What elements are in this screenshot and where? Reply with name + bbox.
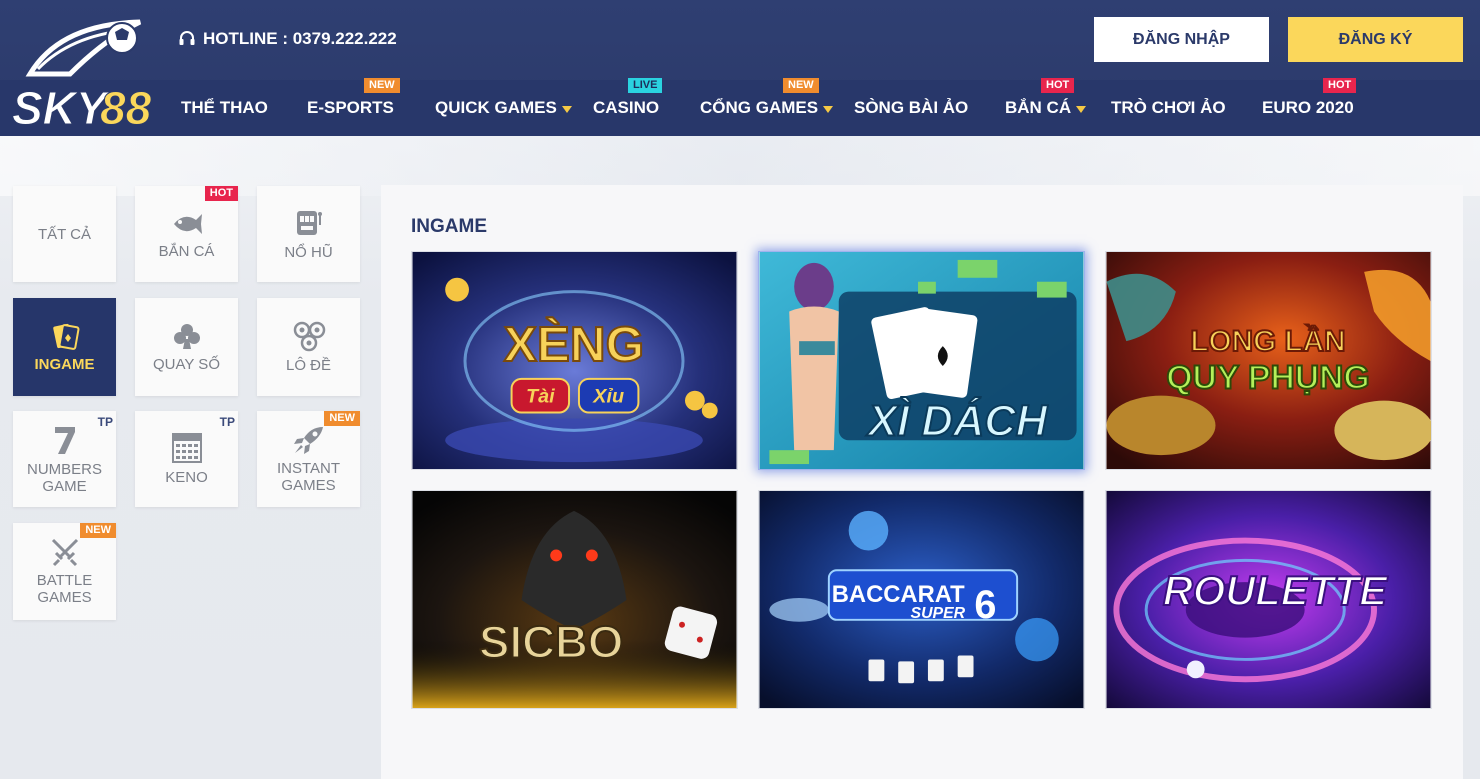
category-ban-ca[interactable]: HOT BẮN CÁ [135,186,238,282]
category-badge-new: NEW [324,411,360,426]
category-tag-tp: TP [219,415,235,429]
nav-item-label: EURO 2020 [1262,98,1354,117]
nav-item-label: QUICK GAMES [435,98,557,117]
game-title: SICBO [479,616,623,667]
hotline: HOTLINE : 0379.222.222 [178,29,397,49]
game-artwork: ROULETTE [1106,491,1431,708]
category-quay-so[interactable]: QUAY SỐ [135,298,238,396]
game-artwork: BACCARAT SUPER 6 [759,491,1084,708]
game-subtitle-right: Xỉu [592,386,624,408]
category-lo-de[interactable]: LÔ ĐỀ [257,298,360,396]
game-number: 6 [974,583,996,627]
fish-icon [173,214,202,234]
category-label: NỔ HŨ [284,244,333,261]
nav-item-song-bai-ao[interactable]: SÒNG BÀI ẢO [854,80,968,136]
category-tag-tp: TP [97,415,113,429]
nav-item-label: CỔNG GAMES [700,98,819,117]
category-label: NUMBERS GAME [26,460,102,495]
category-no-hu[interactable]: NỔ HŨ [257,186,360,282]
game-title: XÈNG [504,316,644,372]
category-badge-hot: HOT [204,186,238,201]
game-tile-xeng-tai-xiu[interactable]: XÈNG Tài Xỉu [411,251,738,470]
game-tile-roulette[interactable]: ROULETTE [1105,490,1432,709]
logo-text-sky: SKY [12,82,111,134]
chevron-down-icon [561,106,572,113]
category-battle-games[interactable]: NEW BATTLE GAMES [13,523,116,620]
game-artwork: XÌ DÁCH [759,252,1084,469]
category-label: KENO [165,469,208,486]
nav-item-the-thao[interactable]: THỂ THAO [181,80,268,136]
nav-item-label: BẮN CÁ [1005,98,1072,117]
nav-item-label: CASINO [593,98,660,117]
category-label: LÔ ĐỀ [285,357,331,374]
chevron-down-icon [1076,106,1087,113]
game-title: LONG LẦN [1190,324,1345,358]
cards-icon [52,323,79,350]
nav-item-e-sports[interactable]: E-SPORTS [307,80,394,136]
login-button[interactable]: ĐĂNG NHẬP [1094,17,1269,62]
chevron-down-icon [823,106,834,113]
category-label: INSTANT GAMES [276,459,341,494]
category-ingame[interactable]: INGAME [13,298,116,396]
game-artwork: XÈNG Tài Xỉu [412,252,737,469]
game-tile-baccarat-super-6[interactable]: BACCARAT SUPER 6 [758,490,1085,709]
game-artwork: SICBO [412,491,737,708]
category-label: BẮN CÁ [158,243,215,260]
nav-item-euro-2020[interactable]: EURO 2020 [1262,80,1354,136]
game-title: ROULETTE [1163,567,1388,614]
category-label: TẤT CẢ [37,225,92,243]
category-instant-games[interactable]: NEW INSTANT GAMES [257,411,360,507]
game-artwork: LONG LẦN QUY PHỤNG [1106,252,1431,469]
category-keno[interactable]: TP KENO [135,411,238,507]
register-button[interactable]: ĐĂNG KÝ [1288,17,1463,62]
category-tat-ca[interactable]: TẤT CẢ [13,186,116,282]
section-title: INGAME [411,216,487,237]
club-icon [173,324,200,349]
lottery-balls-icon [293,321,325,352]
keno-icon [171,433,202,463]
game-subtitle-left: Tài [526,386,555,408]
hotline-text: HOTLINE : 0379.222.222 [203,29,397,48]
game-tile-xi-dach[interactable]: XÌ DÁCH [758,251,1085,470]
nav-item-quick-games[interactable]: QUICK GAMES [435,80,572,136]
game-tile-long-lan-quy-phung[interactable]: LONG LẦN QUY PHỤNG [1105,251,1432,470]
category-numbers-game[interactable]: TP NUMBERS GAME [13,411,116,507]
category-badge-new: NEW [80,523,116,538]
game-subtitle: SUPER [911,605,966,622]
category-label: QUAY SỐ [153,356,220,373]
slot-machine-icon [296,211,322,235]
swords-icon [51,538,78,567]
headset-icon [179,31,195,45]
nav-item-ban-ca[interactable]: BẮN CÁ [1005,80,1087,136]
sky88-logo[interactable]: SKY 88 [10,14,155,139]
nav-item-casino[interactable]: CASINO [593,80,659,136]
game-tile-sicbo[interactable]: SICBO [411,490,738,709]
game-title: XÌ DÁCH [866,395,1049,445]
nav-item-label: TRÒ CHƠI ẢO [1111,98,1226,117]
logo-text-88: 88 [100,82,152,134]
seven-icon [54,426,75,454]
nav-item-label: SÒNG BÀI ẢO [854,98,969,117]
category-label: INGAME [34,356,95,373]
category-label: BATTLE GAMES [36,572,93,606]
rocket-icon [293,426,323,454]
nav-item-tro-choi-ao[interactable]: TRÒ CHƠI ẢO [1111,80,1226,136]
nav-item-label: THỂ THAO [181,98,268,117]
nav-item-cong-games[interactable]: CỔNG GAMES [700,80,834,136]
nav-item-label: E-SPORTS [307,98,394,117]
game-subtitle: QUY PHỤNG [1166,360,1369,397]
